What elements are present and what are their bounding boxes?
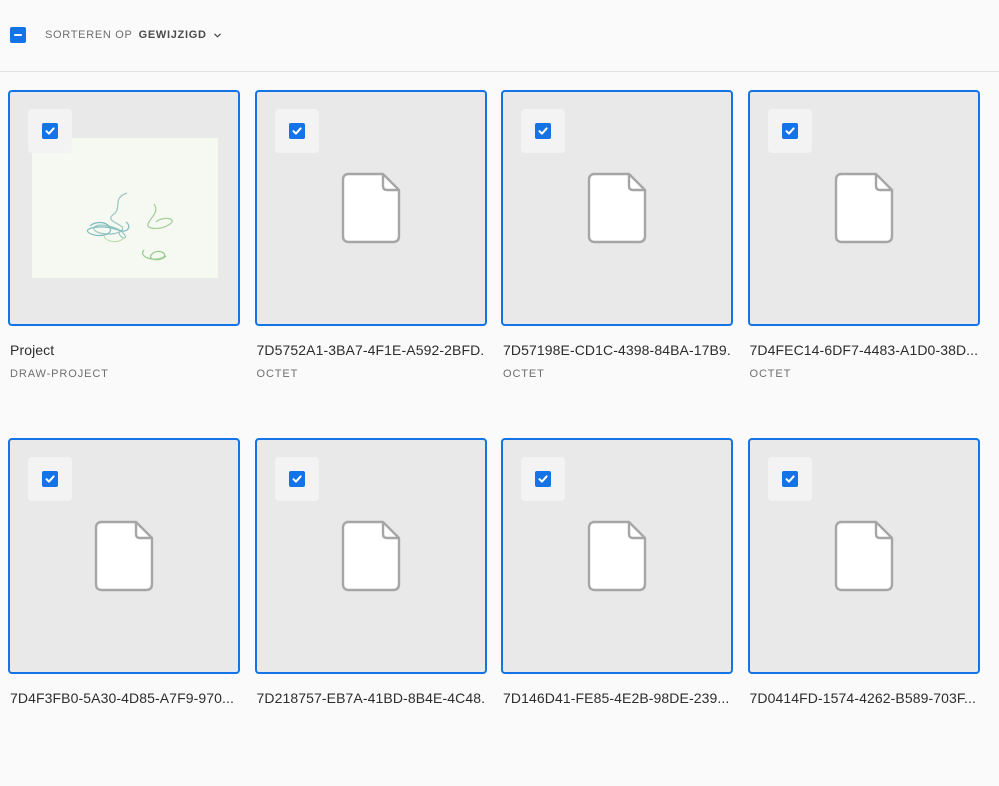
sketch-strokes — [86, 192, 173, 261]
file-card[interactable]: Project DRAW-PROJECT — [8, 90, 240, 438]
file-thumbnail[interactable] — [8, 438, 240, 674]
file-name[interactable]: Project — [10, 342, 238, 358]
item-checkbox[interactable] — [521, 109, 565, 153]
sort-value-label: GEWIJZIGD — [138, 29, 207, 41]
document-icon — [834, 172, 893, 244]
file-thumbnail[interactable] — [254, 90, 487, 326]
checkmark-icon — [45, 127, 55, 135]
sort-dropdown[interactable]: SORTEREN OP GEWIJZIGD — [45, 29, 222, 41]
file-card[interactable]: 7D0414FD-1574-4262-B589-703F... — [747, 438, 980, 786]
checkmark-icon — [45, 475, 55, 483]
drawing-preview — [32, 138, 218, 278]
item-checkbox[interactable] — [767, 109, 812, 153]
chevron-down-icon — [213, 33, 221, 37]
indeterminate-dash-icon — [14, 34, 22, 36]
file-name[interactable]: 7D218757-EB7A-41BD-8B4E-4C48... — [257, 690, 485, 706]
file-grid: Project DRAW-PROJECT 7D5752A1-3BA7-4F1E-… — [8, 90, 988, 786]
toolbar: SORTEREN OP GEWIJZIGD — [0, 0, 999, 72]
file-type: OCTET — [503, 368, 545, 380]
file-thumbnail[interactable] — [501, 90, 733, 326]
checkmark-icon — [785, 475, 795, 483]
document-icon — [341, 172, 400, 244]
item-checkbox[interactable] — [767, 457, 812, 501]
file-card[interactable]: 7D4F3FB0-5A30-4D85-A7F9-970... — [8, 438, 240, 786]
file-card[interactable]: 7D4FEC14-6DF7-4483-A1D0-38D... OCTET — [747, 90, 980, 438]
file-type: OCTET — [256, 368, 299, 380]
file-thumbnail[interactable] — [8, 90, 240, 326]
file-name[interactable]: 7D5752A1-3BA7-4F1E-A592-2BFD... — [257, 342, 485, 358]
file-card[interactable]: 7D5752A1-3BA7-4F1E-A592-2BFD... OCTET — [254, 90, 487, 438]
file-thumbnail[interactable] — [254, 438, 487, 674]
document-icon — [587, 172, 647, 244]
file-card[interactable]: 7D57198E-CD1C-4398-84BA-17B9... OCTET — [501, 90, 733, 438]
file-name[interactable]: 7D57198E-CD1C-4398-84BA-17B9... — [503, 342, 731, 358]
checkmark-icon — [785, 127, 795, 135]
file-thumbnail[interactable] — [501, 438, 733, 674]
item-checkbox[interactable] — [28, 109, 72, 153]
file-type: OCTET — [749, 368, 792, 380]
file-thumbnail[interactable] — [747, 438, 980, 674]
item-checkbox[interactable] — [274, 457, 319, 501]
checkmark-icon — [292, 475, 302, 483]
file-name[interactable]: 7D4F3FB0-5A30-4D85-A7F9-970... — [10, 690, 238, 706]
item-checkbox[interactable] — [521, 457, 565, 501]
file-card[interactable]: 7D146D41-FE85-4E2B-98DE-239... — [501, 438, 733, 786]
checkmark-icon — [292, 127, 302, 135]
sort-prefix-label: SORTEREN OP — [45, 29, 133, 41]
file-name[interactable]: 7D0414FD-1574-4262-B589-703F... — [750, 690, 978, 706]
document-icon — [834, 520, 893, 592]
item-checkbox[interactable] — [274, 109, 319, 153]
document-icon — [587, 520, 647, 592]
file-name[interactable]: 7D146D41-FE85-4E2B-98DE-239... — [503, 690, 731, 706]
checkmark-icon — [538, 127, 548, 135]
file-thumbnail[interactable] — [747, 90, 980, 326]
file-name[interactable]: 7D4FEC14-6DF7-4483-A1D0-38D... — [750, 342, 978, 358]
document-icon — [94, 520, 154, 592]
checkmark-icon — [538, 475, 548, 483]
file-type: DRAW-PROJECT — [10, 368, 109, 380]
select-all-checkbox[interactable] — [10, 27, 26, 43]
file-card[interactable]: 7D218757-EB7A-41BD-8B4E-4C48... — [254, 438, 487, 786]
document-icon — [341, 520, 400, 592]
item-checkbox[interactable] — [28, 457, 72, 501]
